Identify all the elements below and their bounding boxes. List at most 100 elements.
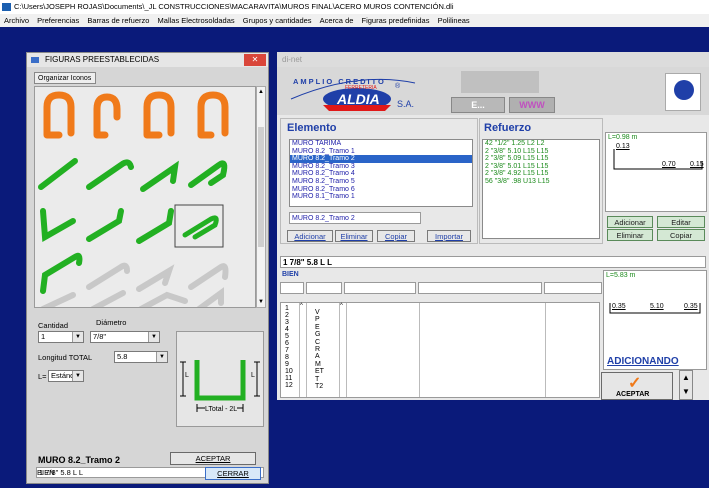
cantidad-select[interactable]: 1 ▼ [38, 331, 84, 343]
codes-scrollbar[interactable]: ^ [339, 303, 347, 397]
diametro-select[interactable]: 7/8" ▼ [90, 331, 160, 343]
chevron-down-icon[interactable]: ▼ [148, 332, 159, 342]
code-item: C [315, 338, 321, 346]
figure-grey-bar-5[interactable] [90, 290, 126, 308]
menu-grupos[interactable]: Grupos y cantidades [243, 16, 312, 25]
refuerzo-adicionar-button[interactable]: Adicionar [607, 216, 653, 228]
list-item[interactable]: MURO 8.1_Tramo 1 [290, 193, 472, 201]
code-list[interactable]: V P E G C R A M ET T T2 [315, 309, 337, 390]
figure-grey-bar-7[interactable] [196, 287, 224, 308]
scroll-up-icon[interactable]: ▲ [258, 89, 264, 95]
chevron-down-icon[interactable]: ▼ [72, 332, 83, 342]
list-item-selected[interactable]: MURO 8.2_Tramo 2 [290, 155, 472, 163]
chevron-down-icon[interactable]: ▼ [156, 352, 167, 362]
scroll-up-icon[interactable]: ^ [300, 303, 303, 309]
list-item[interactable]: 2 "3/8" 5.10 L15 L15 [483, 148, 599, 156]
dinet-aceptar-button[interactable]: ✓ ACEPTAR [601, 372, 673, 400]
menu-bar: Archivo Preferencias Barras de refuerzo … [0, 14, 709, 27]
figure-grey-bar-2[interactable] [136, 264, 175, 292]
brand-reg: ® [395, 83, 401, 90]
importar-button[interactable]: Importar [427, 230, 471, 242]
aceptar-button[interactable]: ACEPTAR [170, 452, 256, 465]
list-item[interactable]: MURO 8.2_Tramo 5 [290, 178, 472, 186]
elemento-input[interactable]: MURO 8.2_Tramo 2 [289, 212, 421, 224]
list-item[interactable]: MURO TARIMA [290, 140, 472, 148]
header-cell[interactable] [544, 282, 602, 294]
figure-grey-bar-6[interactable] [138, 291, 188, 308]
menu-mallas[interactable]: Mallas Electrosoldadas [158, 16, 235, 25]
figure-green-bar-4[interactable] [188, 160, 228, 188]
arrow-down-icon[interactable]: ▼ [680, 385, 692, 399]
list-item[interactable]: MURO 8.2_Tramo 4 [290, 170, 472, 178]
refuerzo-editar-button[interactable]: Editar [657, 216, 705, 228]
rows-scrollbar[interactable]: ^ [299, 303, 307, 397]
adicionar-button[interactable]: Adicionar [287, 230, 333, 242]
bar-preview: L=0.98 m 0.13 0.70 0.15 [605, 132, 707, 212]
checkmark-icon: ✓ [628, 375, 642, 392]
figure-green-bar-3[interactable] [140, 160, 179, 192]
copiar-button[interactable]: Copiar [377, 230, 415, 242]
figuras-title: FIGURAS PREESTABLECIDAS [45, 55, 160, 64]
refuerzo-eliminar-button[interactable]: Eliminar [607, 229, 653, 241]
list-item[interactable]: MURO 8.2_Tramo 3 [290, 163, 472, 171]
menu-archivo[interactable]: Archivo [4, 16, 29, 25]
figure-green-bar-1[interactable] [38, 158, 78, 190]
eliminar-button[interactable]: Eliminar [335, 230, 373, 242]
header-cell[interactable] [280, 282, 304, 294]
elemento-list[interactable]: MURO TARIMA MURO 8.2_Tramo 1 MURO 8.2_Tr… [289, 139, 473, 207]
menu-acerca[interactable]: Acerca de [320, 16, 354, 25]
refuerzo-list[interactable]: 42 "1/2" 1.25 L2 L2 2 "3/8" 5.10 L15 L15… [482, 139, 600, 239]
figure-grey-bar-4[interactable] [40, 292, 76, 308]
figure-orange-hook-2[interactable] [93, 93, 121, 139]
figure-green-bar-6[interactable] [86, 208, 124, 242]
list-item[interactable]: MURO 8.2_Tramo 1 [290, 148, 472, 156]
preview2-v1: 0.35 [612, 303, 626, 310]
scroll-down-icon[interactable]: ▼ [258, 299, 264, 305]
close-icon[interactable]: ✕ [244, 54, 266, 66]
figure-orange-hook-4[interactable] [197, 91, 229, 139]
scroll-up-icon[interactable]: ^ [340, 303, 343, 309]
list-item[interactable]: 56 "3/8" .98 U13 L15 [483, 178, 599, 186]
list-item[interactable]: 2 "3/8" 5.09 L15 L15 [483, 155, 599, 163]
menu-polilineas[interactable]: Polilineas [438, 16, 470, 25]
diametro-label: Diámetro [96, 318, 127, 327]
chevron-down-icon[interactable]: ▼ [72, 371, 83, 381]
entry-grid: 1 2 3 4 5 6 7 8 9 10 11 12 ^ V P E G C R… [280, 302, 600, 398]
arrow-up-icon[interactable]: ▲ [680, 371, 692, 385]
header-cell[interactable] [306, 282, 342, 294]
gallery-scrollbar[interactable]: ▲ ▼ [256, 86, 266, 308]
list-item[interactable]: 2 "3/8" 4.92 L15 L15 [483, 170, 599, 178]
longitud-label: Longitud TOTAL [38, 353, 93, 362]
menu-barras-refuerzo[interactable]: Barras de refuerzo [87, 16, 149, 25]
list-item[interactable]: 2 "3/8" 5.01 L15 L15 [483, 163, 599, 171]
figure-green-bar-5[interactable] [40, 208, 76, 242]
banner-button-www[interactable]: WWW [509, 97, 555, 113]
figures-gallery[interactable] [34, 86, 256, 308]
figure-green-bar-7[interactable] [136, 208, 174, 244]
header-cell[interactable] [344, 282, 416, 294]
figure-green-bar-2[interactable] [86, 159, 134, 190]
refuerzo-copiar-button[interactable]: Copiar [657, 229, 705, 241]
figuras-window: FIGURAS PREESTABLECIDAS ✕ Organizar Icon… [26, 52, 269, 484]
list-item[interactable]: 42 "1/2" 1.25 L2 L2 [483, 140, 599, 148]
cerrar-button[interactable]: CERRAR [205, 467, 261, 480]
figure-green-bar-8[interactable] [182, 215, 219, 240]
figure-green-bar-9[interactable] [40, 252, 83, 294]
banner-button-1[interactable]: E... [451, 97, 505, 113]
menu-preferencias[interactable]: Preferencias [37, 16, 79, 25]
bar-entry-input[interactable]: 1 7/8" 5.8 L L [280, 256, 706, 268]
reorder-arrows[interactable]: ▲ ▼ [679, 370, 693, 400]
figure-grey-bar-3[interactable] [188, 263, 229, 290]
longitud-select[interactable]: 5.8 ▼ [114, 351, 168, 363]
tab-organizar-iconos[interactable]: Organizar Iconos [34, 72, 96, 84]
figure-orange-hook-3[interactable] [143, 91, 175, 139]
menu-figuras[interactable]: Figuras predefinidas [362, 16, 430, 25]
code-item: M [315, 360, 321, 368]
entry-header-cells [280, 282, 602, 296]
figure-orange-hook-1[interactable] [43, 91, 75, 139]
list-item[interactable]: MURO 8.2_Tramo 6 [290, 186, 472, 194]
figure-grey-bar-1[interactable] [86, 262, 130, 290]
l-select[interactable]: Estánda ▼ [48, 370, 84, 382]
header-cell[interactable] [418, 282, 542, 294]
scroll-thumb[interactable] [258, 127, 264, 247]
